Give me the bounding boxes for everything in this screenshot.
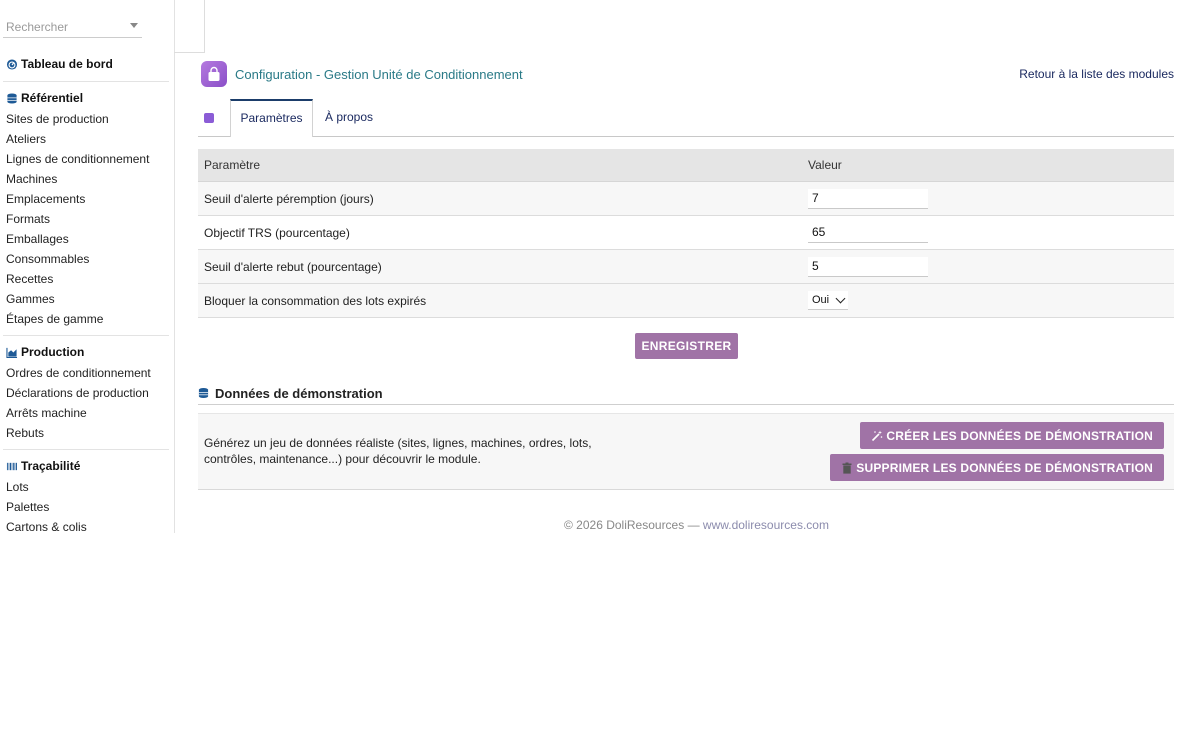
database-icon	[7, 92, 17, 104]
create-demo-label: CRÉER LES DONNÉES DE DÉMONSTRATION	[886, 428, 1153, 443]
sidebar-item-emballages[interactable]: Emballages	[0, 229, 170, 249]
seuil-peremption-input[interactable]	[808, 188, 928, 209]
sidebar-section-title: Production	[21, 345, 85, 359]
sidebar-item-recettes[interactable]: Recettes	[0, 269, 170, 289]
dashboard-gauge-icon	[6, 58, 18, 70]
sidebar-item-etapes[interactable]: Étapes de gamme	[0, 309, 170, 329]
sidebar-item-consommables[interactable]: Consommables	[0, 249, 170, 269]
objectif-trs-input[interactable]	[808, 222, 928, 243]
search-side-panel	[174, 0, 205, 53]
column-header-parametre: Paramètre	[198, 149, 802, 182]
tab-a-propos[interactable]: À propos	[325, 99, 373, 135]
sidebar-item-declarations[interactable]: Déclarations de production	[0, 383, 170, 403]
table-row: Seuil d'alerte rebut (pourcentage)	[198, 249, 1174, 284]
magic-wand-icon	[872, 430, 883, 441]
database-icon	[198, 387, 209, 399]
menu-section-referentiel: Référentiel Sites de production Ateliers…	[0, 90, 170, 329]
chevron-down-icon	[835, 293, 846, 304]
sidebar-dashboard-label: Tableau de bord	[21, 57, 113, 71]
delete-demo-label: SUPPRIMER LES DONNÉES DE DÉMONSTRATION	[856, 460, 1153, 475]
seuil-rebut-input[interactable]	[808, 256, 928, 277]
module-mini-icon	[204, 113, 214, 123]
tab-parametres[interactable]: Paramètres	[230, 99, 313, 137]
parameters-table: Paramètre Valeur Seuil d'alerte pérempti…	[198, 149, 1174, 318]
table-row: Bloquer la consommation des lots expirés…	[198, 283, 1174, 318]
sidebar-section-title: Référentiel	[21, 91, 84, 105]
demo-description: Générez un jeu de données réaliste (site…	[204, 436, 592, 466]
sidebar-section-referentiel[interactable]: Référentiel	[0, 90, 170, 106]
footer-website-link[interactable]: www.doliresources.com	[703, 518, 829, 532]
sidebar-item-rebuts[interactable]: Rebuts	[0, 423, 170, 443]
dropdown-arrow-icon[interactable]	[130, 23, 138, 28]
sidebar-item-ordres[interactable]: Ordres de conditionnement	[0, 363, 170, 383]
demo-panel: Générez un jeu de données réaliste (site…	[198, 413, 1174, 490]
sidebar-item-sites[interactable]: Sites de production	[0, 109, 170, 129]
param-label: Bloquer la consommation des lots expirés	[198, 283, 802, 318]
footer: © 2026 DoliResources — www.doliresources…	[564, 518, 829, 532]
sidebar-section-title: Traçabilité	[21, 459, 81, 473]
sidebar-item-formats[interactable]: Formats	[0, 209, 170, 229]
sidebar: Tableau de bord Référentiel Sites de pro…	[0, 0, 175, 533]
column-header-valeur: Valeur	[802, 149, 1174, 182]
menu-dashboard[interactable]: Tableau de bord	[0, 56, 170, 72]
barcode-icon	[6, 462, 17, 470]
trash-icon	[842, 462, 852, 474]
select-value: Oui	[812, 294, 830, 306]
page-title: Configuration - Gestion Unité de Conditi…	[235, 67, 523, 82]
module-bag-icon	[201, 61, 227, 87]
sidebar-item-arrets[interactable]: Arrêts machine	[0, 403, 170, 423]
demo-section-title: Données de démonstration	[215, 385, 383, 401]
param-label: Seuil d'alerte péremption (jours)	[198, 181, 802, 216]
sidebar-item-palettes[interactable]: Palettes	[0, 497, 170, 517]
sidebar-item-cartons[interactable]: Cartons & colis	[0, 517, 170, 533]
sidebar-item-machines[interactable]: Machines	[0, 169, 170, 189]
sidebar-item-emplacements[interactable]: Emplacements	[0, 189, 170, 209]
table-row: Seuil d'alerte péremption (jours)	[198, 181, 1174, 216]
table-row: Objectif TRS (pourcentage)	[198, 215, 1174, 250]
footer-copyright: © 2026 DoliResources —	[564, 518, 703, 532]
param-label: Seuil d'alerte rebut (pourcentage)	[198, 249, 802, 284]
menu-section-tracabilite: Traçabilité Lots Palettes Cartons & coli…	[0, 458, 170, 533]
sidebar-section-tracabilite[interactable]: Traçabilité	[0, 458, 170, 474]
table-header-row: Paramètre Valeur	[198, 149, 1174, 182]
search-box[interactable]	[3, 18, 142, 38]
search-input[interactable]	[3, 18, 126, 36]
sidebar-item-ateliers[interactable]: Ateliers	[0, 129, 170, 149]
demo-section-header: Données de démonstration	[198, 382, 1174, 405]
param-label: Objectif TRS (pourcentage)	[198, 215, 802, 250]
tab-bar: Paramètres À propos	[198, 99, 1174, 137]
sidebar-item-gammes[interactable]: Gammes	[0, 289, 170, 309]
create-demo-data-button[interactable]: CRÉER LES DONNÉES DE DÉMONSTRATION	[860, 422, 1164, 449]
save-button[interactable]: ENREGISTRER	[635, 333, 738, 359]
sidebar-item-lignes[interactable]: Lignes de conditionnement	[0, 149, 170, 169]
back-to-modules-link[interactable]: Retour à la liste des modules	[1019, 67, 1174, 81]
bloquer-lots-select[interactable]: Oui	[808, 291, 849, 310]
delete-demo-data-button[interactable]: SUPPRIMER LES DONNÉES DE DÉMONSTRATION	[830, 454, 1164, 481]
sidebar-item-lots[interactable]: Lots	[0, 477, 170, 497]
sidebar-section-production[interactable]: Production	[0, 344, 170, 360]
menu-section-production: Production Ordres de conditionnement Déc…	[0, 344, 170, 443]
chart-area-icon	[6, 347, 18, 358]
